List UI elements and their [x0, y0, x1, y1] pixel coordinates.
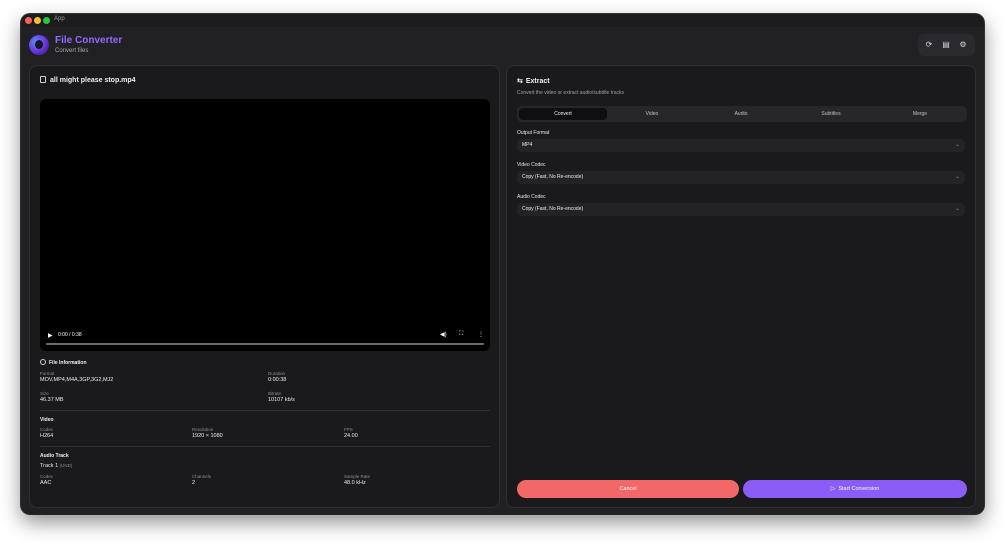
more-options-icon[interactable]: ⋮	[478, 331, 484, 338]
swap-icon: ⇆	[517, 78, 523, 85]
extract-tabs: Convert Video Audio Subtitles Merge	[517, 106, 967, 122]
fps-label: FPS	[344, 427, 353, 432]
tab-convert[interactable]: Convert	[519, 108, 607, 120]
output-format-label: Output Format	[517, 130, 550, 136]
volume-icon[interactable]: ◀)	[440, 331, 447, 338]
refresh-icon[interactable]: ⟳	[922, 38, 936, 52]
channels-value: 2	[192, 480, 196, 486]
app-subtitle: Convert files	[55, 48, 89, 54]
format-value: MOV,MP4,M4A,3GP,3G2,MJ2	[40, 377, 114, 383]
resolution-value: 1920 × 1080	[192, 433, 223, 439]
channels-label: Channels	[192, 474, 212, 479]
audio-codec-select[interactable]: Copy (Fast, No Re-encode) ⌄	[517, 203, 965, 216]
resolution-label: Resolution	[192, 427, 214, 432]
video-codec-select[interactable]: Copy (Fast, No Re-encode) ⌄	[517, 171, 965, 184]
video-time: 0:00 / 0:38	[58, 332, 82, 338]
app-header: File Converter Convert files ⟳ ▤ ⚙	[21, 27, 984, 65]
tab-merge[interactable]: Merge	[876, 108, 964, 120]
video-codec-select-value: Copy (Fast, No Re-encode)	[522, 174, 584, 180]
file-panel: all might please stop.mp4 ▶ 0:00 / 0:38 …	[29, 65, 500, 508]
video-codec-label: Codec	[40, 427, 54, 432]
bitrate-value: 10107 kb/s	[268, 397, 295, 403]
size-label: Size	[40, 391, 49, 396]
audio-codec-label: Codec	[40, 474, 54, 479]
file-name-heading: all might please stop.mp4	[40, 76, 136, 84]
minimize-window-button[interactable]	[34, 17, 41, 24]
title-bar: App	[21, 14, 984, 27]
video-player[interactable]: ▶ 0:00 / 0:38 ◀) ⛶ ⋮	[40, 99, 490, 351]
info-icon	[40, 359, 46, 365]
file-info-heading: File Information	[40, 359, 87, 366]
tab-subtitles[interactable]: Subtitles	[787, 108, 875, 120]
output-format-value: MP4	[522, 142, 533, 148]
audio-track-name: Track 1 (UND)	[40, 463, 73, 469]
app-logo	[29, 35, 49, 55]
extract-panel: ⇆ Extract Convert the video or extract au…	[506, 65, 976, 508]
chevron-down-icon: ⌄	[954, 142, 960, 148]
duration-value: 0:00:38	[268, 377, 287, 383]
fullscreen-icon[interactable]: ⛶	[459, 331, 463, 338]
audio-codec-select-value: Copy (Fast, No Re-encode)	[522, 206, 584, 212]
app-window: App File Converter Convert files ⟳ ▤ ⚙ a…	[21, 14, 984, 514]
bitrate-label: Bitrate	[268, 391, 282, 396]
play-icon[interactable]: ▶	[48, 332, 53, 339]
document-icon[interactable]: ▤	[939, 38, 953, 52]
chevron-down-icon: ⌄	[954, 174, 960, 180]
video-codec-value: H264	[40, 433, 54, 439]
extract-heading: ⇆ Extract	[517, 78, 550, 85]
cancel-button[interactable]: Cancel	[517, 480, 739, 498]
extract-subtitle: Convert the video or extract audio/subti…	[517, 90, 624, 96]
gear-icon[interactable]: ⚙	[956, 38, 970, 52]
format-label: Format	[40, 371, 55, 376]
tab-audio[interactable]: Audio	[697, 108, 785, 120]
tab-video[interactable]: Video	[608, 108, 696, 120]
fps-value: 24.00	[344, 433, 358, 439]
file-icon	[40, 76, 46, 83]
audio-codec-select-label: Audio Codec	[517, 194, 546, 200]
chevron-down-icon: ⌄	[954, 206, 960, 212]
play-outline-icon: ▷	[830, 486, 836, 492]
video-codec-select-label: Video Codec	[517, 162, 546, 168]
video-heading: Video	[40, 417, 54, 423]
audio-codec-value: AAC	[40, 480, 52, 486]
window-title: App	[54, 16, 65, 22]
header-toolbar: ⟳ ▤ ⚙	[918, 34, 975, 56]
sample-rate-label: Sample Rate	[344, 474, 371, 479]
audio-track-heading: Audio Track	[40, 453, 69, 459]
size-value: 46.37 MB	[40, 397, 64, 403]
output-format-select[interactable]: MP4 ⌄	[517, 139, 965, 152]
divider	[40, 410, 490, 411]
start-conversion-button[interactable]: ▷ Start Conversion	[743, 480, 967, 498]
close-window-button[interactable]	[25, 17, 32, 24]
app-title: File Converter	[55, 35, 123, 46]
audio-track-language: (UND)	[59, 463, 73, 468]
file-name: all might please stop.mp4	[50, 77, 136, 84]
video-progress-bar[interactable]	[46, 343, 484, 345]
maximize-window-button[interactable]	[43, 17, 50, 24]
duration-label: Duration	[268, 371, 286, 376]
divider	[40, 446, 490, 447]
sample-rate-value: 48.0 kHz	[344, 480, 366, 486]
